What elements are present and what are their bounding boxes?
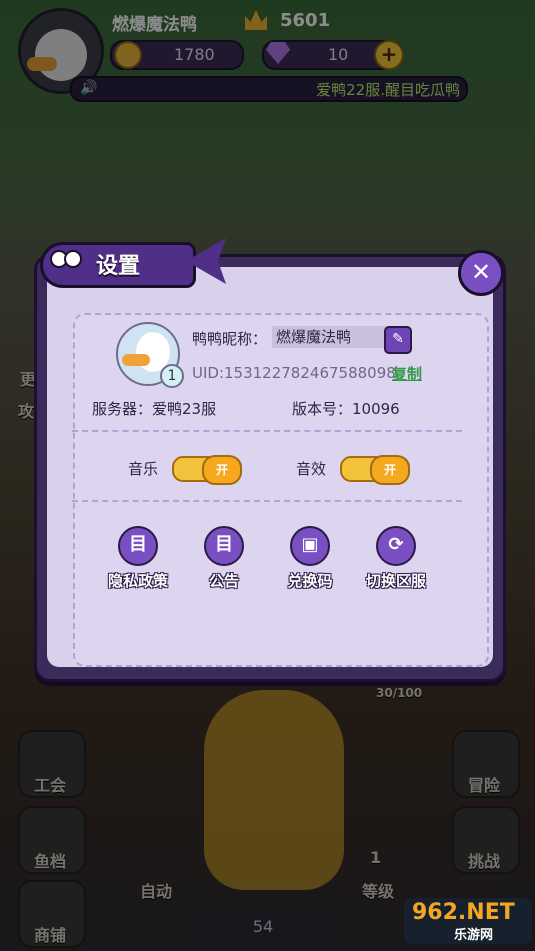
avatar-level-badge: 1 bbox=[160, 364, 184, 388]
divider bbox=[72, 500, 462, 502]
server-info: 服务器：爱鸭23服 bbox=[92, 400, 217, 418]
divider bbox=[72, 430, 462, 432]
edit-nickname-button[interactable]: ✎ bbox=[384, 326, 412, 354]
sound-toggle[interactable]: 开 bbox=[340, 455, 410, 485]
version-info: 版本号：10096 bbox=[292, 400, 400, 418]
dialog-title: 设置 bbox=[96, 254, 141, 279]
dialog-body bbox=[47, 267, 493, 667]
copy-uid-link[interactable]: 复制 bbox=[392, 363, 422, 384]
music-toggle[interactable]: 开 bbox=[172, 455, 242, 485]
privacy-policy-label: 隐私政策 bbox=[107, 572, 168, 590]
notice-icon: 目 bbox=[204, 526, 244, 566]
close-button[interactable]: ✕ bbox=[458, 250, 504, 296]
settings-dialog bbox=[34, 254, 506, 682]
switch-server-button[interactable]: ⟳ 切换区服 bbox=[356, 526, 436, 591]
uid-text: UID:153122782467588098 bbox=[192, 364, 396, 382]
nickname-label: 鸭鸭昵称： bbox=[192, 330, 268, 348]
privacy-policy-button[interactable]: 目 隐私政策 bbox=[98, 526, 178, 591]
redeem-code-button[interactable]: ▣ 兑换码 bbox=[270, 526, 350, 591]
announcement-label: 公告 bbox=[208, 572, 239, 590]
document-icon: 目 bbox=[118, 526, 158, 566]
watermark-text: 962.NET bbox=[412, 900, 515, 925]
music-toggle-state: 开 bbox=[202, 455, 242, 485]
duck-beak-icon bbox=[122, 354, 150, 366]
site-watermark: 962.NET 乐游网 bbox=[404, 898, 532, 944]
sound-label: 音效 bbox=[296, 460, 327, 478]
announcement-button[interactable]: 目 公告 bbox=[184, 526, 264, 591]
fish-eye-icon bbox=[64, 250, 82, 268]
music-label: 音乐 bbox=[128, 460, 159, 478]
watermark-subtext: 乐游网 bbox=[454, 928, 494, 943]
nickname-field[interactable]: 燃爆魔法鸭 bbox=[272, 326, 386, 348]
sound-toggle-state: 开 bbox=[370, 455, 410, 485]
switch-server-label: 切换区服 bbox=[365, 572, 426, 590]
redeem-code-label: 兑换码 bbox=[287, 572, 333, 590]
switch-icon: ⟳ bbox=[376, 526, 416, 566]
ticket-icon: ▣ bbox=[290, 526, 330, 566]
